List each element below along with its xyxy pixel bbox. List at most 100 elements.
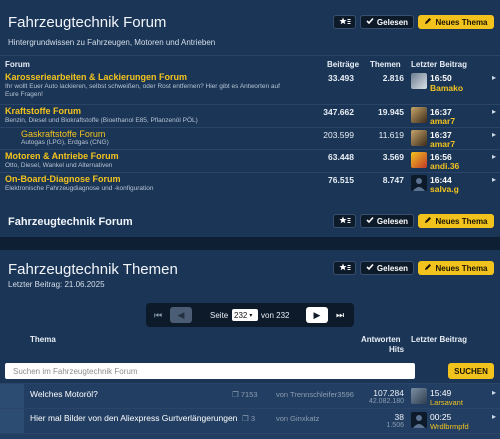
last-post-user[interactable]: Bamako [430, 83, 463, 93]
page-label: Seite [210, 311, 229, 320]
goto-last-arrow-icon[interactable]: ▸ [492, 388, 496, 397]
next-page-button[interactable]: ▶ [306, 307, 328, 323]
last-post-user[interactable]: salva.g [430, 184, 459, 194]
topic-answers: 38 [394, 412, 404, 422]
forum-row[interactable]: On-Board-Diagnose Forum Elektronische Fa… [0, 173, 500, 195]
pencil-icon [424, 263, 432, 273]
next-page-icon: ▶ [313, 309, 321, 320]
goto-last-arrow-icon[interactable]: ▸ [492, 412, 496, 421]
forum-search-input[interactable]: Suchen im Fahrzeugtechnik Forum [5, 363, 415, 379]
forum-link[interactable]: Kraftstoffe Forum [5, 106, 81, 116]
user-avatar-placeholder[interactable] [411, 412, 427, 428]
new-topic-label: Neues Thema [435, 263, 488, 273]
forum-link[interactable]: Karosseriearbeiten & Lackierungen Forum [5, 72, 187, 82]
page-select[interactable]: 232 ▾ [232, 309, 258, 321]
topic-row-partial [0, 434, 500, 439]
topic-link[interactable]: Hier mal Bilder von den Aliexpress Gurtv… [30, 413, 237, 423]
goto-last-arrow-icon[interactable]: ▸ [492, 107, 496, 116]
doc-icon: ❐ [232, 390, 239, 399]
goto-last-arrow-icon[interactable]: ▸ [492, 130, 496, 139]
doc-icon: ❐ [242, 414, 249, 423]
forum-row[interactable]: Kraftstoffe Forum Benzin, Diesel und Bio… [0, 105, 500, 127]
forum-posts: 203.599 [323, 130, 354, 140]
last-post-user[interactable]: amar7 [430, 139, 455, 149]
forum-link[interactable]: On-Board-Diagnose Forum [5, 174, 121, 184]
check-icon [366, 17, 374, 27]
forum-row[interactable]: Motoren & Antriebe Forum Otto, Diesel, W… [0, 150, 500, 172]
check-icon [366, 263, 374, 273]
mark-read-button[interactable]: Gelesen [360, 261, 414, 275]
bookmark-button[interactable] [333, 15, 356, 29]
search-button[interactable]: SUCHEN [448, 363, 494, 379]
goto-last-arrow-icon[interactable]: ▸ [492, 152, 496, 161]
bookmark-button[interactable] [333, 214, 356, 228]
last-post-user[interactable]: amar7 [430, 116, 455, 126]
forum-topics: 19.945 [378, 107, 404, 117]
last-post-time: 16:50 [430, 73, 452, 83]
topics-last-post: Letzter Beitrag: 21.06.2025 [8, 280, 105, 289]
new-topic-button[interactable]: Neues Thema [418, 15, 494, 29]
forum-panel-title: Fahrzeugtechnik Forum [8, 14, 167, 31]
new-topic-label: Neues Thema [435, 17, 488, 27]
col-hits: Hits [389, 345, 405, 354]
topic-author[interactable]: von Ginxkatz [276, 414, 319, 423]
forum-panel-subtitle: Hintergrundwissen zu Fahrzeugen, Motoren… [8, 38, 216, 47]
col-posts: Beiträge [327, 60, 360, 69]
topic-hits: 1.506 [386, 422, 404, 429]
goto-last-arrow-icon[interactable]: ▸ [492, 175, 496, 184]
topics-panel-title: Fahrzeugtechnik Themen [8, 261, 178, 278]
col-forum: Forum [5, 60, 30, 69]
topic-row[interactable]: Hier mal Bilder von den Aliexpress Gurtv… [0, 409, 500, 433]
forum-posts: 347.662 [323, 107, 354, 117]
forum-desc: Eure Fragen! [5, 91, 43, 98]
user-avatar[interactable] [411, 152, 427, 168]
forum-row[interactable]: Karosseriearbeiten & Lackierungen Forum … [0, 70, 500, 104]
topic-answers: 107.284 [373, 388, 404, 398]
topic-pages[interactable]: ❐ 3 [242, 414, 255, 423]
forum-desc: Autogas (LPG), Erdgas (CNG) [21, 139, 109, 146]
user-avatar[interactable] [411, 388, 427, 404]
mark-read-label: Gelesen [376, 216, 409, 226]
mark-read-button[interactable]: Gelesen [360, 214, 414, 228]
chevron-down-icon: ▾ [249, 312, 253, 319]
topic-pages[interactable]: ❐ 7153 [232, 390, 258, 399]
last-post-user[interactable]: andi.36 [430, 161, 459, 171]
forum-row[interactable]: Gaskraftstoffe Forum Autogas (LPG), Erdg… [0, 128, 500, 149]
prev-page-icon: ◀ [177, 309, 185, 320]
forum-panel-footer: Fahrzeugtechnik Forum Gelesen Neues Them… [0, 205, 500, 237]
forum-footer-title: Fahrzeugtechnik Forum [8, 216, 133, 228]
topic-pages-count: 7153 [240, 390, 258, 399]
topic-link[interactable]: Welches Motoröl? [30, 389, 98, 399]
topic-hits: 42.082.180 [368, 398, 404, 405]
last-page-button[interactable]: ⏭ [332, 307, 348, 323]
topic-row[interactable]: Welches Motoröl? ❐ 7153 von Trennschleif… [0, 384, 500, 408]
prev-page-button[interactable]: ◀ [170, 307, 192, 323]
last-post-user[interactable]: Wrdlbrmpfd [430, 422, 469, 431]
forum-topics: 2.816 [382, 73, 404, 83]
forum-desc: Ihr wollt Euer Auto lackieren, selbst sc… [5, 83, 280, 90]
mark-read-button[interactable]: Gelesen [360, 15, 414, 29]
page-select-value: 232 [234, 310, 248, 320]
new-topic-button[interactable]: Neues Thema [418, 214, 494, 228]
last-post-user[interactable]: Larsavant [430, 398, 463, 407]
forum-posts: 63.448 [328, 152, 354, 162]
topic-pages-count: 3 [250, 414, 255, 423]
user-avatar[interactable] [411, 130, 427, 146]
star-list-icon [338, 263, 351, 274]
first-page-button[interactable]: ⏮ [150, 307, 166, 323]
user-avatar[interactable] [411, 107, 427, 123]
new-topic-button[interactable]: Neues Thema [418, 261, 494, 275]
forum-topics: 11.619 [378, 130, 404, 140]
pencil-icon [424, 216, 432, 226]
goto-last-arrow-icon[interactable]: ▸ [492, 73, 496, 82]
last-page-icon: ⏭ [335, 309, 345, 320]
forum-link[interactable]: Motoren & Antriebe Forum [5, 151, 119, 161]
user-avatar[interactable] [411, 73, 427, 89]
search-placeholder: Suchen im Fahrzeugtechnik Forum [13, 366, 138, 376]
user-avatar-placeholder[interactable] [411, 175, 427, 191]
forum-link[interactable]: Gaskraftstoffe Forum [21, 129, 105, 139]
mark-read-label: Gelesen [376, 263, 409, 273]
forum-desc: Benzin, Diesel und Biokraftstoffe (Bioet… [5, 117, 198, 124]
bookmark-button[interactable] [333, 261, 356, 275]
col-answers: Antworten [361, 335, 401, 344]
